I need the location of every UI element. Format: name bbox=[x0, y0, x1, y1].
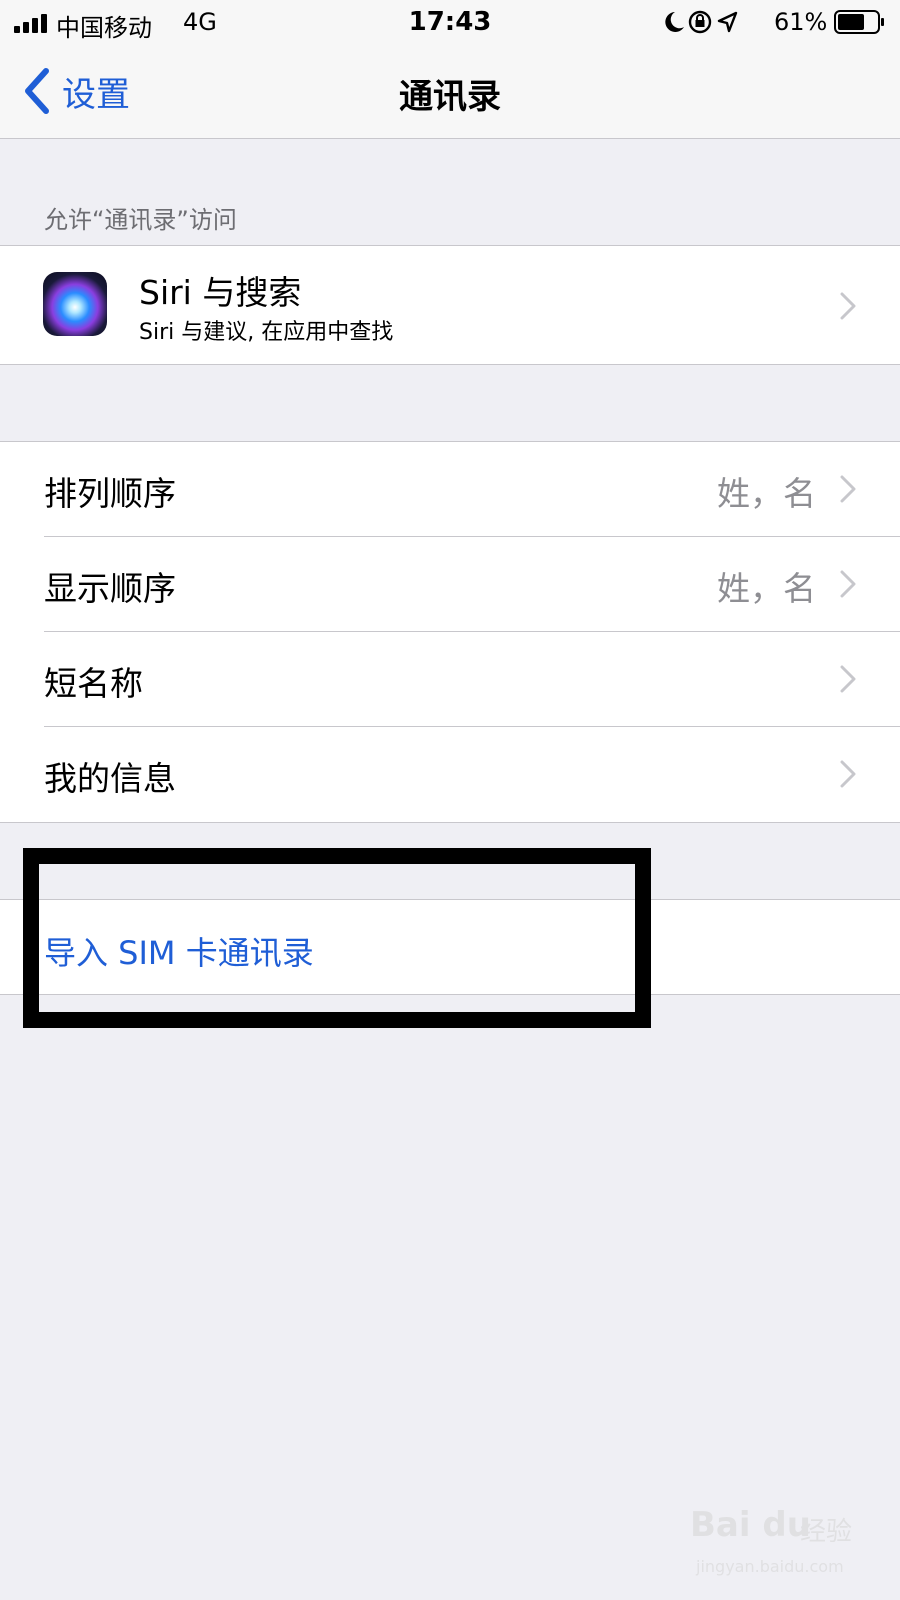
siri-subtitle: Siri 与建议, 在应用中查找 bbox=[139, 320, 394, 345]
watermark-text: 经验 bbox=[800, 1517, 853, 1547]
display-order-row[interactable]: 显示顺序 姓，名 bbox=[0, 537, 900, 632]
page-title: 通讯录 bbox=[399, 77, 501, 117]
row-label: 短名称 bbox=[44, 664, 143, 703]
siri-icon bbox=[43, 272, 107, 336]
orientation-lock-icon bbox=[688, 10, 712, 34]
my-info-row[interactable]: 我的信息 bbox=[0, 727, 900, 822]
row-label: 显示顺序 bbox=[44, 569, 176, 608]
battery-percent: 61% bbox=[774, 8, 828, 36]
chevron-right-icon bbox=[840, 570, 856, 598]
highlight-annotation-box bbox=[23, 848, 651, 1028]
moon-icon bbox=[665, 12, 684, 32]
chevron-right-icon bbox=[840, 665, 856, 693]
short-name-row[interactable]: 短名称 bbox=[0, 632, 900, 727]
sort-order-row[interactable]: 排列顺序 姓，名 bbox=[0, 442, 900, 537]
navigation-bar: 设置 通讯录 bbox=[0, 44, 900, 139]
status-time: 17:43 bbox=[408, 7, 492, 37]
section-header: 允许“通讯录”访问 bbox=[44, 206, 237, 234]
watermark-url: jingyan.baidu.com bbox=[696, 1557, 844, 1576]
baidu-jingyan-watermark: Bai du 经验 jingyan.baidu.com bbox=[690, 1505, 870, 1585]
chevron-right-icon bbox=[840, 475, 856, 503]
location-arrow-icon bbox=[717, 11, 738, 33]
chevron-right-icon bbox=[840, 760, 856, 788]
battery-icon bbox=[834, 10, 886, 34]
siri-search-row[interactable]: Siri 与搜索 Siri 与建议, 在应用中查找 bbox=[0, 245, 900, 365]
row-label: 我的信息 bbox=[44, 759, 176, 798]
row-value: 姓，名 bbox=[717, 569, 816, 608]
siri-title: Siri 与搜索 bbox=[139, 273, 302, 312]
contacts-settings-screen: 中国移动 4G 17:43 61% 设置 通讯录 允许“通讯录”访问 Siri … bbox=[0, 0, 900, 1600]
row-label: 排列顺序 bbox=[44, 474, 176, 513]
row-value: 姓，名 bbox=[717, 474, 816, 513]
status-bar: 中国移动 4G 17:43 61% bbox=[0, 0, 900, 44]
watermark-logo: Bai du bbox=[690, 1505, 811, 1545]
chevron-right-icon bbox=[840, 292, 856, 320]
status-icons bbox=[662, 8, 762, 38]
contacts-settings-group: 排列顺序 姓，名 显示顺序 姓，名 短名称 我的信息 bbox=[0, 441, 900, 823]
